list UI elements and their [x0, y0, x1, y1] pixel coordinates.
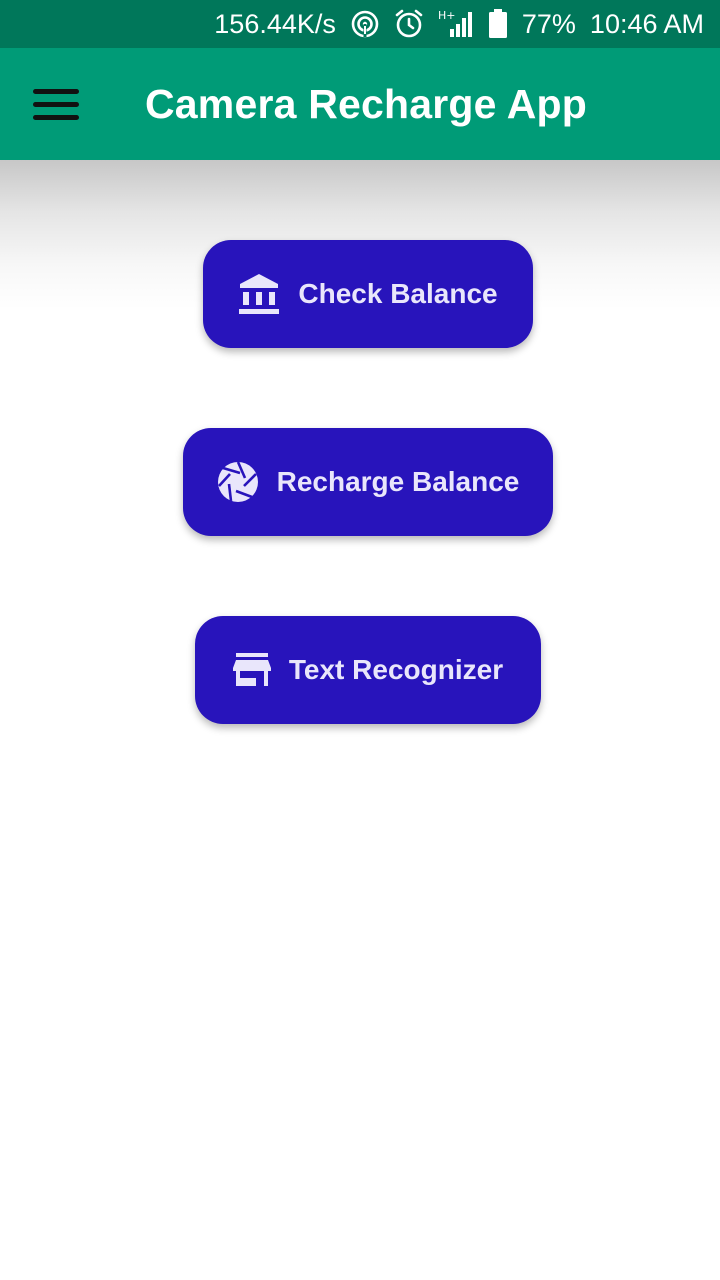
app-title: Camera Recharge App — [145, 80, 588, 127]
menu-button[interactable] — [22, 74, 90, 134]
store-icon — [232, 653, 271, 687]
bank-icon — [238, 272, 280, 316]
alarm-icon — [394, 9, 424, 39]
status-bar: 156.44K/s H+ 77% 10:46 AM — [0, 0, 720, 48]
clock-time: 10:46 AM — [589, 8, 704, 39]
menu-icon — [33, 88, 79, 94]
network-speed: 156.44K/s — [214, 8, 336, 39]
hotspot-icon — [350, 9, 380, 39]
battery-icon — [488, 9, 508, 39]
signal-icon: H+ — [438, 9, 474, 39]
battery-percent: 77% — [521, 8, 576, 39]
app-bar: Camera Recharge App — [0, 48, 720, 160]
check-balance-label: Check Balance — [298, 278, 498, 309]
svg-text:H+: H+ — [438, 9, 456, 22]
camera-shutter-icon — [217, 461, 259, 503]
text-recognizer-label: Text Recognizer — [288, 654, 504, 685]
check-balance-button[interactable]: Check Balance — [203, 240, 533, 348]
text-recognizer-button[interactable]: Text Recognizer — [195, 616, 541, 724]
recharge-balance-label: Recharge Balance — [276, 466, 520, 497]
recharge-balance-button[interactable]: Recharge Balance — [183, 428, 553, 536]
